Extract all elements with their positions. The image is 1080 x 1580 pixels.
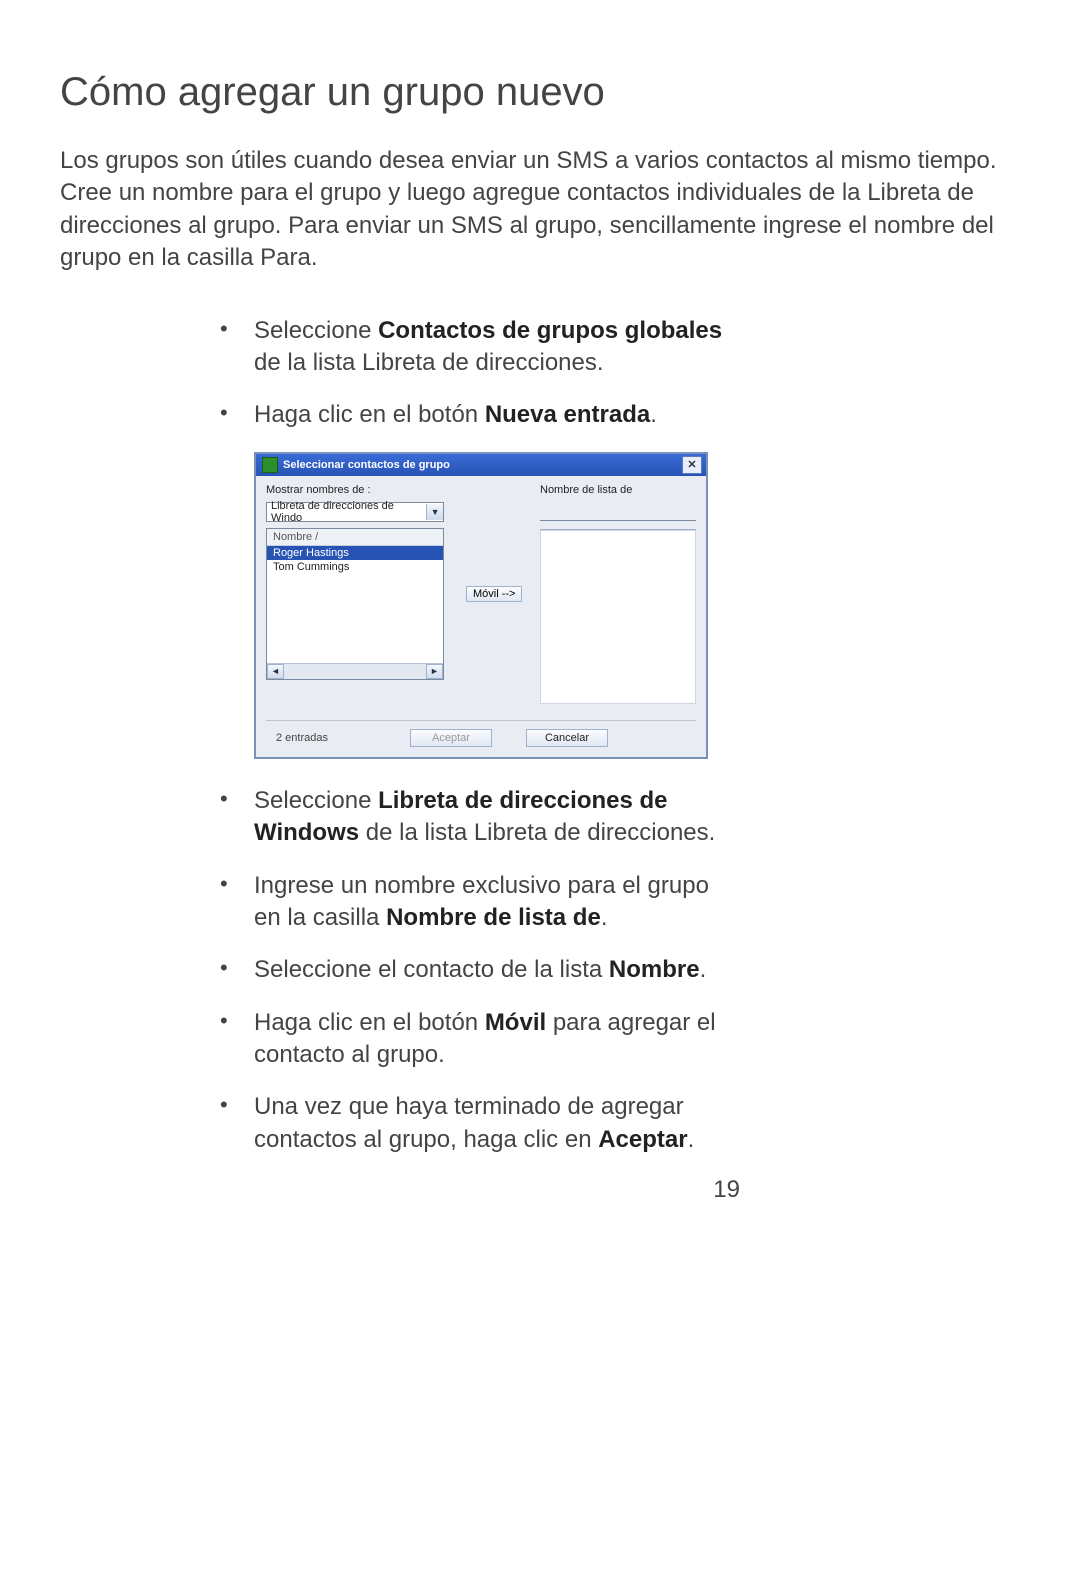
label-list-name: Nombre de lista de (540, 484, 696, 496)
names-listbox[interactable]: Nombre / Roger Hastings Tom Cummings ◄ ► (266, 528, 444, 680)
dialog-select-group-contacts: Seleccionar contactos de grupo ✕ Mostrar… (254, 452, 708, 759)
names-column-header[interactable]: Nombre / (267, 529, 443, 546)
bullet-text: Una vez que haya terminado de agregar co… (254, 1091, 740, 1156)
address-book-dropdown[interactable]: Libreta de direcciones de Windo ▼ (266, 502, 444, 522)
bullet-text: Seleccione el contacto de la lista Nombr… (254, 954, 740, 986)
bullet-dot: • (220, 870, 254, 935)
bullet-dot: • (220, 1091, 254, 1156)
bullet-text: Ingrese un nombre exclusivo para el grup… (254, 870, 740, 935)
bullet-1: • Seleccione Contactos de grupos globale… (220, 315, 740, 380)
close-icon[interactable]: ✕ (682, 456, 702, 474)
list-name-input[interactable] (540, 502, 696, 521)
destination-listbox[interactable] (540, 529, 696, 704)
dropdown-value: Libreta de direcciones de Windo (271, 500, 426, 524)
label-show-names: Mostrar nombres de : (266, 484, 444, 496)
scroll-left-icon[interactable]: ◄ (267, 664, 284, 679)
bullet-4: • Ingrese un nombre exclusivo para el gr… (220, 870, 740, 935)
bullet-text: Haga clic en el botón Móvil para agregar… (254, 1007, 740, 1072)
list-item[interactable]: Tom Cummings (267, 560, 443, 574)
app-icon (262, 457, 278, 473)
dialog-titlebar[interactable]: Seleccionar contactos de grupo ✕ (256, 454, 706, 476)
bullet-3: • Seleccione Libreta de direcciones de W… (220, 785, 740, 850)
instruction-list: • Seleccione Contactos de grupos globale… (220, 315, 740, 1205)
bullet-dot: • (220, 315, 254, 380)
bullet-text: Haga clic en el botón Nueva entrada. (254, 399, 740, 431)
mobile-add-button[interactable]: Móvil --> (466, 586, 522, 602)
intro-paragraph: Los grupos son útiles cuando desea envia… (60, 145, 1020, 275)
bullet-dot: • (220, 954, 254, 986)
bullet-dot: • (220, 399, 254, 431)
page-number: 19 (220, 1176, 740, 1204)
bullet-text: Seleccione Libreta de direcciones de Win… (254, 785, 740, 850)
list-item[interactable]: Roger Hastings (267, 546, 443, 560)
bullet-dot: • (220, 785, 254, 850)
bullet-text: Seleccione Contactos de grupos globales … (254, 315, 740, 380)
entry-count: 2 entradas (276, 732, 376, 744)
scroll-right-icon[interactable]: ► (426, 664, 443, 679)
bullet-7: • Una vez que haya terminado de agregar … (220, 1091, 740, 1156)
horizontal-scrollbar[interactable]: ◄ ► (267, 663, 443, 679)
dialog-title: Seleccionar contactos de grupo (283, 459, 450, 471)
bullet-dot: • (220, 1007, 254, 1072)
bullet-5: • Seleccione el contacto de la lista Nom… (220, 954, 740, 986)
chevron-down-icon[interactable]: ▼ (426, 504, 443, 520)
bullet-6: • Haga clic en el botón Móvil para agreg… (220, 1007, 740, 1072)
page-title: Cómo agregar un grupo nuevo (60, 70, 1020, 115)
cancel-button[interactable]: Cancelar (526, 729, 608, 747)
bullet-2: • Haga clic en el botón Nueva entrada. (220, 399, 740, 431)
accept-button[interactable]: Aceptar (410, 729, 492, 747)
